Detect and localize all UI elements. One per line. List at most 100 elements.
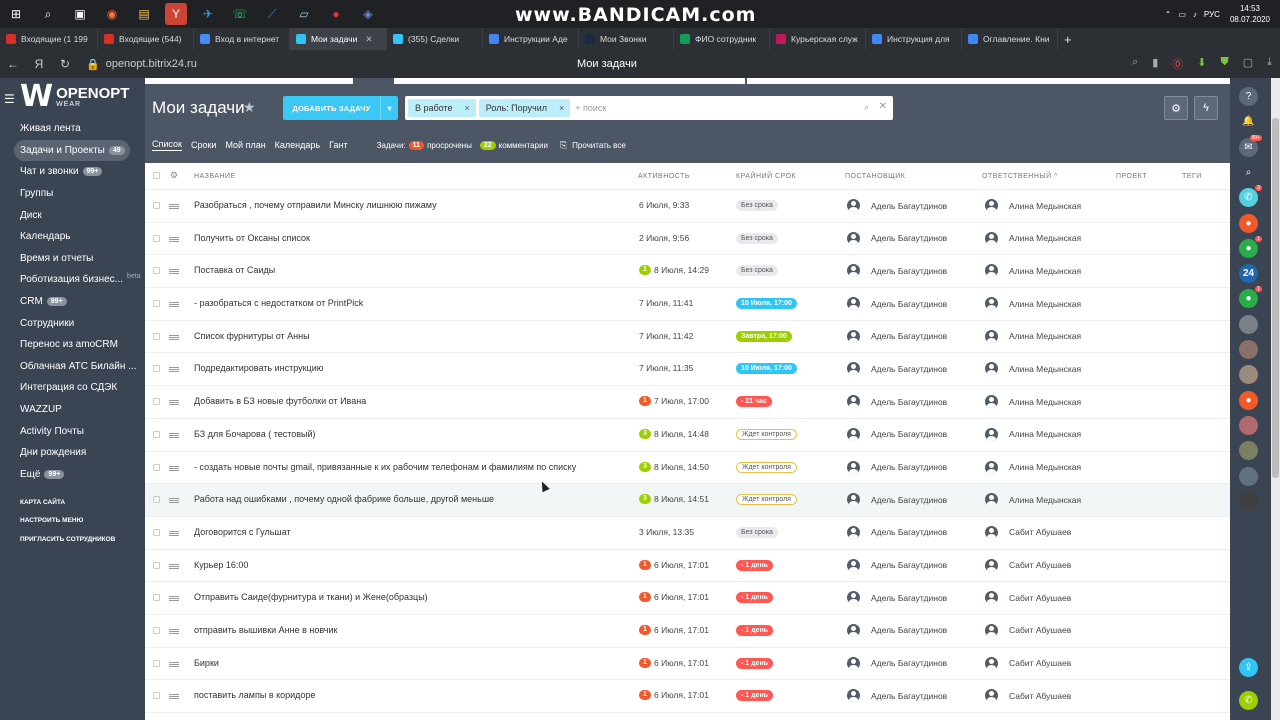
task-name[interactable]: Бирки	[194, 658, 219, 668]
notes-icon[interactable]: ▱	[293, 3, 315, 25]
column-creator[interactable]: ПОСТАНОВЩИК	[845, 173, 905, 180]
address-bar[interactable]: 🔒 openopt.bitrix24.ru	[86, 58, 197, 71]
browser-tab[interactable]: Инструкции Аде	[483, 28, 579, 50]
bitrix24-icon[interactable]: 24	[1239, 264, 1258, 284]
responsible[interactable]: Алина Медынская	[985, 231, 1081, 245]
menu-item[interactable]: Облачная АТС Билайн ...	[14, 356, 142, 378]
creator[interactable]: Адель Багаутдинов	[847, 656, 947, 670]
creator[interactable]: Адель Багаутдинов	[847, 231, 947, 245]
menu-settings-link[interactable]: КАРТА САЙТА	[14, 493, 142, 512]
task-name[interactable]: - разобраться с недостатком от PrintPick	[194, 298, 363, 308]
chevron-down-icon[interactable]: ▾	[380, 96, 398, 120]
menu-item[interactable]: Календарь	[14, 226, 142, 248]
filter-search[interactable]: В работе × Роль: Поручил × + поиск ⌕ ✕	[405, 96, 893, 120]
responsible[interactable]: Алина Медынская	[985, 395, 1081, 409]
creator[interactable]: Адель Багаутдинов	[847, 591, 947, 605]
responsible[interactable]: Сабит Абушаев	[985, 591, 1071, 605]
row-checkbox[interactable]	[153, 594, 160, 602]
row-checkbox[interactable]	[153, 692, 160, 700]
clock[interactable]: 14:53 08.07.2020	[1230, 3, 1270, 25]
extension-icon[interactable]: ⓪	[1172, 56, 1183, 72]
creator[interactable]: Адель Багаутдинов	[847, 623, 947, 637]
drag-handle-icon[interactable]	[169, 400, 179, 406]
responsible[interactable]: Алина Медынская	[985, 264, 1081, 278]
table-row[interactable]: Бирки 1 6 Июля, 17:01 - 1 день Адель Багаутд…	[145, 648, 1230, 681]
menu-item[interactable]: Activity Почты	[14, 420, 142, 442]
drag-handle-icon[interactable]	[169, 367, 179, 373]
overdue-counter[interactable]: 11	[408, 140, 425, 150]
star-icon[interactable]: ★	[243, 99, 256, 116]
task-name[interactable]: БЗ для Бочарова ( тестовый)	[194, 429, 316, 439]
activity-counter[interactable]: 1	[639, 265, 651, 276]
drag-handle-icon[interactable]	[169, 302, 179, 308]
column-responsible[interactable]: ОТВЕТСТВЕННЫЙ ^	[982, 173, 1058, 180]
deadline-badge[interactable]: Завтра, 17:00	[736, 330, 792, 342]
responsible[interactable]: Алина Медынская	[985, 460, 1081, 474]
activity-counter[interactable]: 1	[639, 657, 651, 668]
volume-icon[interactable]: ♪	[1193, 10, 1197, 19]
windows-icon[interactable]: ⊞	[5, 3, 27, 25]
whatsapp-icon[interactable]: ☏	[229, 3, 251, 25]
back-icon[interactable]: ←	[0, 57, 26, 71]
responsible[interactable]: Сабит Абушаев	[985, 525, 1071, 539]
row-checkbox[interactable]	[153, 234, 160, 242]
creator[interactable]: Адель Багаутдинов	[847, 362, 947, 376]
row-checkbox[interactable]	[153, 202, 160, 209]
search-icon[interactable]: ⌕	[37, 3, 59, 25]
search-input[interactable]: + поиск	[575, 103, 606, 113]
browser-tab[interactable]: Курьерская служ	[770, 28, 866, 50]
menu-item[interactable]: Сотрудники	[14, 312, 142, 334]
table-row[interactable]: Список фурнитуры от Анны 7 Июля, 11:42 Зав…	[145, 321, 1230, 354]
menu-item[interactable]: Задачи и Проекты 49	[14, 139, 130, 162]
telegram-icon[interactable]: ✈	[197, 3, 219, 25]
browser-tab[interactable]: Вход в интернет	[194, 28, 290, 50]
task-name[interactable]: Разобраться , почему отправили Минску ли…	[194, 200, 437, 210]
browser-tab[interactable]: Входящие (1 199	[0, 28, 98, 50]
task-name[interactable]: Поставка от Саиды	[194, 265, 275, 275]
chevron-up-icon[interactable]: ⌃	[1165, 10, 1172, 19]
network-icon[interactable]: ▭	[1178, 10, 1186, 19]
table-row[interactable]: - создать новые почты gmail, привязанные…	[145, 452, 1230, 485]
bell-icon[interactable]: 🔔	[1239, 112, 1258, 131]
overdue-label[interactable]: просрочены	[427, 141, 472, 150]
creator[interactable]: Адель Багаутдинов	[847, 689, 947, 703]
row-checkbox[interactable]	[153, 332, 160, 340]
read-all-link[interactable]: Прочитать все	[572, 141, 626, 150]
avatar-icon[interactable]	[1239, 314, 1258, 334]
table-row[interactable]: Получить от Оксаны список 2 Июля, 9:56 Без…	[145, 223, 1230, 256]
drag-handle-icon[interactable]	[169, 432, 179, 438]
task-name[interactable]: - создать новые почты gmail, привязанные…	[194, 462, 576, 472]
columns-gear-icon[interactable]: ⚙	[170, 170, 178, 181]
drag-handle-icon[interactable]	[169, 498, 179, 504]
responsible[interactable]: Алина Медынская	[985, 362, 1081, 376]
responsible[interactable]: Сабит Абушаев	[985, 558, 1071, 572]
row-checkbox[interactable]	[153, 267, 160, 275]
explorer-icon[interactable]: ▤	[133, 3, 155, 25]
menu-item[interactable]: Дни рождения	[14, 442, 142, 464]
browser-tab[interactable]: (355) Сделки	[387, 28, 483, 50]
creator[interactable]: Адель Багаутдинов	[847, 297, 947, 311]
task-name[interactable]: Работа над ошибками , почему одной фабри…	[194, 494, 494, 504]
deadline-badge[interactable]: Ждет контроля	[736, 428, 797, 440]
browser-tab[interactable]: Мои задачи ✕	[290, 28, 387, 50]
browser-tab[interactable]: Входящие (544)	[98, 28, 194, 50]
menu-item[interactable]: Время и отчеты	[14, 248, 142, 270]
browser-tab[interactable]: Оглавление. Кни	[962, 28, 1058, 50]
column-tags[interactable]: ТЕГИ	[1182, 173, 1202, 180]
responsible[interactable]: Алина Медынская	[985, 493, 1081, 507]
menu-item[interactable]: CRM 99+	[14, 291, 142, 313]
deadline-badge[interactable]: Без срока	[736, 526, 778, 538]
deadline-badge[interactable]: - 21 час	[736, 396, 772, 408]
close-icon[interactable]: ✕	[879, 101, 887, 112]
activity-counter[interactable]: 1	[639, 690, 651, 701]
table-row[interactable]: БЗ для Бочарова ( тестовый) 3 8 Июля, 14:4…	[145, 419, 1230, 452]
comments-counter[interactable]: 22	[479, 140, 496, 150]
task-name[interactable]: Подредактировать инструкцию	[194, 363, 324, 373]
view-deadlines[interactable]: Сроки	[191, 140, 216, 150]
deadline-badge[interactable]: Без срока	[736, 232, 778, 244]
task-name[interactable]: Список фурнитуры от Анны	[194, 331, 310, 341]
table-row[interactable]: Подредактировать инструкцию 7 Июля, 11:35…	[145, 353, 1230, 387]
scrollbar-thumb[interactable]	[1272, 118, 1279, 478]
menu-item[interactable]: Роботизация бизнес... beta	[14, 269, 142, 291]
filter-chip[interactable]: В работе ×	[408, 99, 476, 117]
